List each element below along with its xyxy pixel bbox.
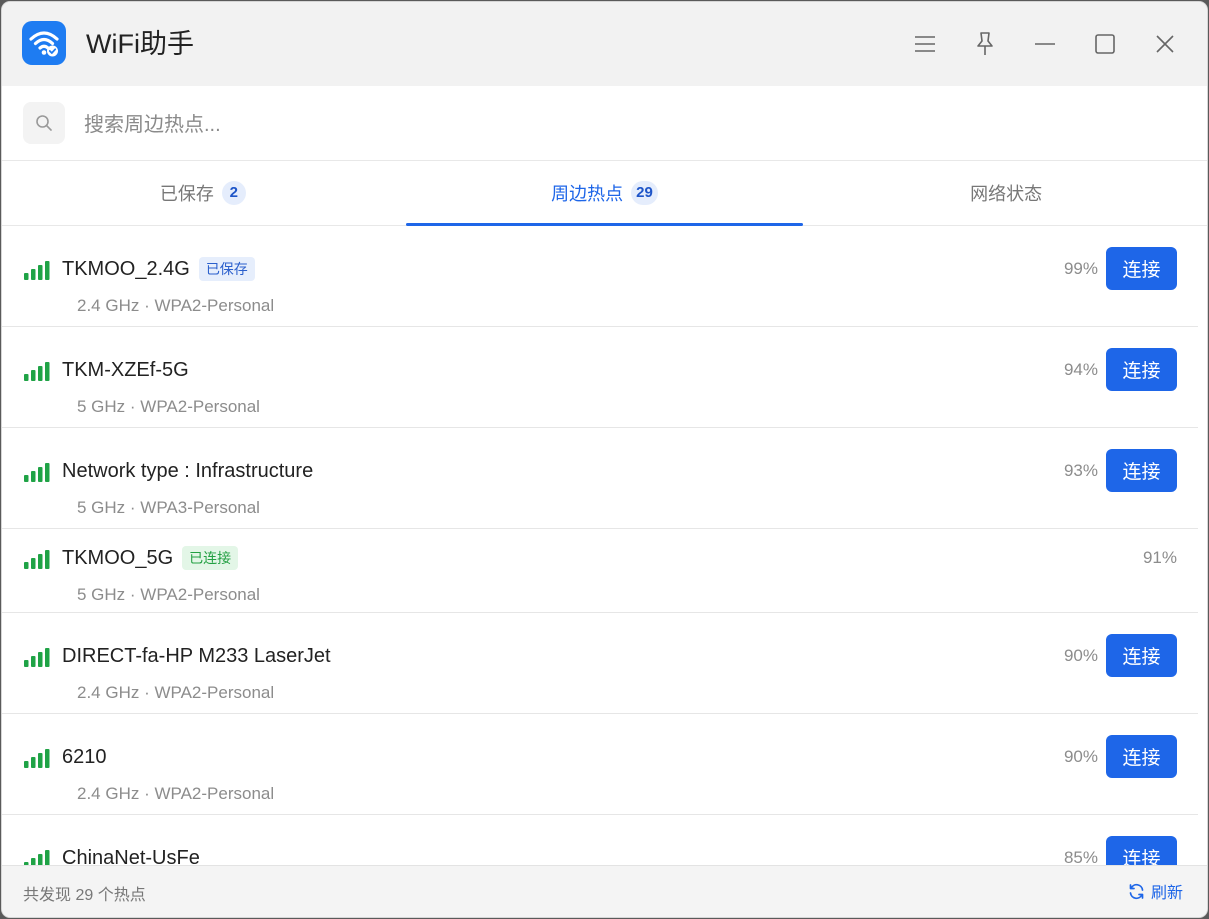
tab-network-status[interactable]: 网络状态 (805, 161, 1207, 225)
maximize-button[interactable] (1085, 24, 1125, 64)
search-icon (23, 102, 65, 144)
signal-strength-icon (24, 648, 50, 667)
ssid-text: ChinaNet-UsFe (62, 847, 200, 866)
signal-percentage: 93% (1063, 461, 1098, 480)
network-ssid: TKMOO_2.4G 已保存 (62, 257, 255, 281)
connect-button[interactable]: 连接 (1106, 836, 1177, 866)
app-title: WiFi助手 (86, 29, 194, 59)
connect-button[interactable]: 连接 (1106, 247, 1177, 290)
pin-icon (977, 32, 993, 55)
maximize-icon (1095, 34, 1115, 54)
ssid-text: 6210 (62, 746, 107, 768)
ssid-text: DIRECT-fa-HP M233 LaserJet (62, 645, 331, 667)
network-details: 2.4 GHz · WPA2-Personal (77, 296, 275, 315)
connect-button[interactable]: 连接 (1106, 449, 1177, 492)
saved-badge: 已保存 (198, 257, 255, 281)
connect-button[interactable]: 连接 (1106, 348, 1177, 391)
network-ssid: ChinaNet-UsFe (62, 846, 200, 866)
hotspot-count: 共发现 29 个热点 (23, 887, 146, 904)
network-row[interactable]: TKMOO_5G 已连接 5 GHz · WPA2-Personal 91% (2, 529, 1198, 613)
network-ssid: TKM-XZEf-5G (62, 358, 189, 382)
network-row[interactable]: ChinaNet-UsFe 85% 连接 (2, 815, 1198, 866)
tab-label: 网络状态 (970, 184, 1043, 204)
title-bar: WiFi助手 (2, 2, 1207, 86)
network-details: 2.4 GHz · WPA2-Personal (77, 784, 275, 803)
wifi-assistant-window: WiFi助手 搜索周边热点... 已保存 2 周边热点 29 网络状态 TKMO… (2, 2, 1207, 917)
signal-strength-icon (24, 550, 50, 569)
network-ssid: TKMOO_5G 已连接 (62, 546, 239, 570)
signal-strength-icon (24, 463, 50, 482)
tab-bar: 已保存 2 周边热点 29 网络状态 (2, 161, 1207, 226)
count-badge: 2 (221, 181, 246, 205)
search-bar (2, 86, 1207, 161)
signal-percentage: 90% (1063, 646, 1098, 665)
network-details: 5 GHz · WPA2-Personal (77, 585, 260, 604)
signal-strength-icon (24, 261, 50, 280)
signal-strength-icon (24, 749, 50, 768)
network-row[interactable]: TKM-XZEf-5G 5 GHz · WPA2-Personal 94% 连接 (2, 327, 1198, 428)
menu-icon (915, 36, 935, 52)
wifi-check-icon (22, 21, 66, 65)
close-icon (1156, 35, 1174, 53)
network-ssid: Network type : Infrastructure (62, 459, 313, 483)
network-row[interactable]: DIRECT-fa-HP M233 LaserJet 2.4 GHz · WPA2… (2, 613, 1198, 714)
signal-percentage: 85% (1063, 848, 1098, 866)
minimize-button[interactable] (1025, 24, 1065, 64)
pin-button[interactable] (965, 24, 1005, 64)
tab-label: 已保存 (159, 184, 214, 204)
network-ssid: DIRECT-fa-HP M233 LaserJet (62, 644, 331, 668)
minimize-icon (1035, 43, 1055, 45)
menu-button[interactable] (905, 24, 945, 64)
signal-percentage: 90% (1063, 747, 1098, 766)
signal-percentage: 94% (1063, 360, 1098, 379)
connect-button[interactable]: 连接 (1106, 735, 1177, 778)
network-details: 5 GHz · WPA2-Personal (77, 397, 260, 416)
close-button[interactable] (1145, 24, 1185, 64)
tab-saved[interactable]: 已保存 2 (2, 161, 404, 225)
tab-nearby-hotspots[interactable]: 周边热点 29 (404, 161, 806, 226)
signal-percentage: 91% (1142, 548, 1177, 567)
network-details: 2.4 GHz · WPA2-Personal (77, 683, 275, 702)
refresh-button[interactable]: 刷新 (1128, 879, 1183, 903)
signal-percentage: 99% (1063, 259, 1098, 278)
ssid-text: TKMOO_5G (62, 547, 174, 569)
network-list[interactable]: TKMOO_2.4G 已保存 2.4 GHz · WPA2-Personal 99% 连… (2, 226, 1198, 866)
network-ssid: 6210 (62, 745, 107, 769)
network-row[interactable]: Network type : Infrastructure 5 GHz · WPA… (2, 428, 1198, 529)
network-details: 5 GHz · WPA3-Personal (77, 498, 260, 517)
network-row[interactable]: 6210 2.4 GHz · WPA2-Personal 90% 连接 (2, 714, 1198, 815)
connected-badge: 已连接 (182, 546, 239, 570)
network-row[interactable]: TKMOO_2.4G 已保存 2.4 GHz · WPA2-Personal 99% 连… (2, 226, 1198, 327)
status-footer: 共发现 29 个热点 刷新 (2, 865, 1207, 917)
ssid-text: Network type : Infrastructure (62, 460, 314, 482)
ssid-text: TKMOO_2.4G (62, 258, 190, 280)
signal-strength-icon (24, 362, 50, 381)
search-input[interactable] (82, 106, 986, 144)
count-badge: 29 (631, 181, 658, 205)
connect-button[interactable]: 连接 (1106, 634, 1177, 677)
signal-strength-icon (24, 850, 50, 866)
refresh-label: 刷新 (1150, 885, 1183, 902)
refresh-icon (1129, 883, 1144, 899)
ssid-text: TKM-XZEf-5G (62, 359, 189, 381)
tab-label: 周边热点 (551, 184, 624, 204)
